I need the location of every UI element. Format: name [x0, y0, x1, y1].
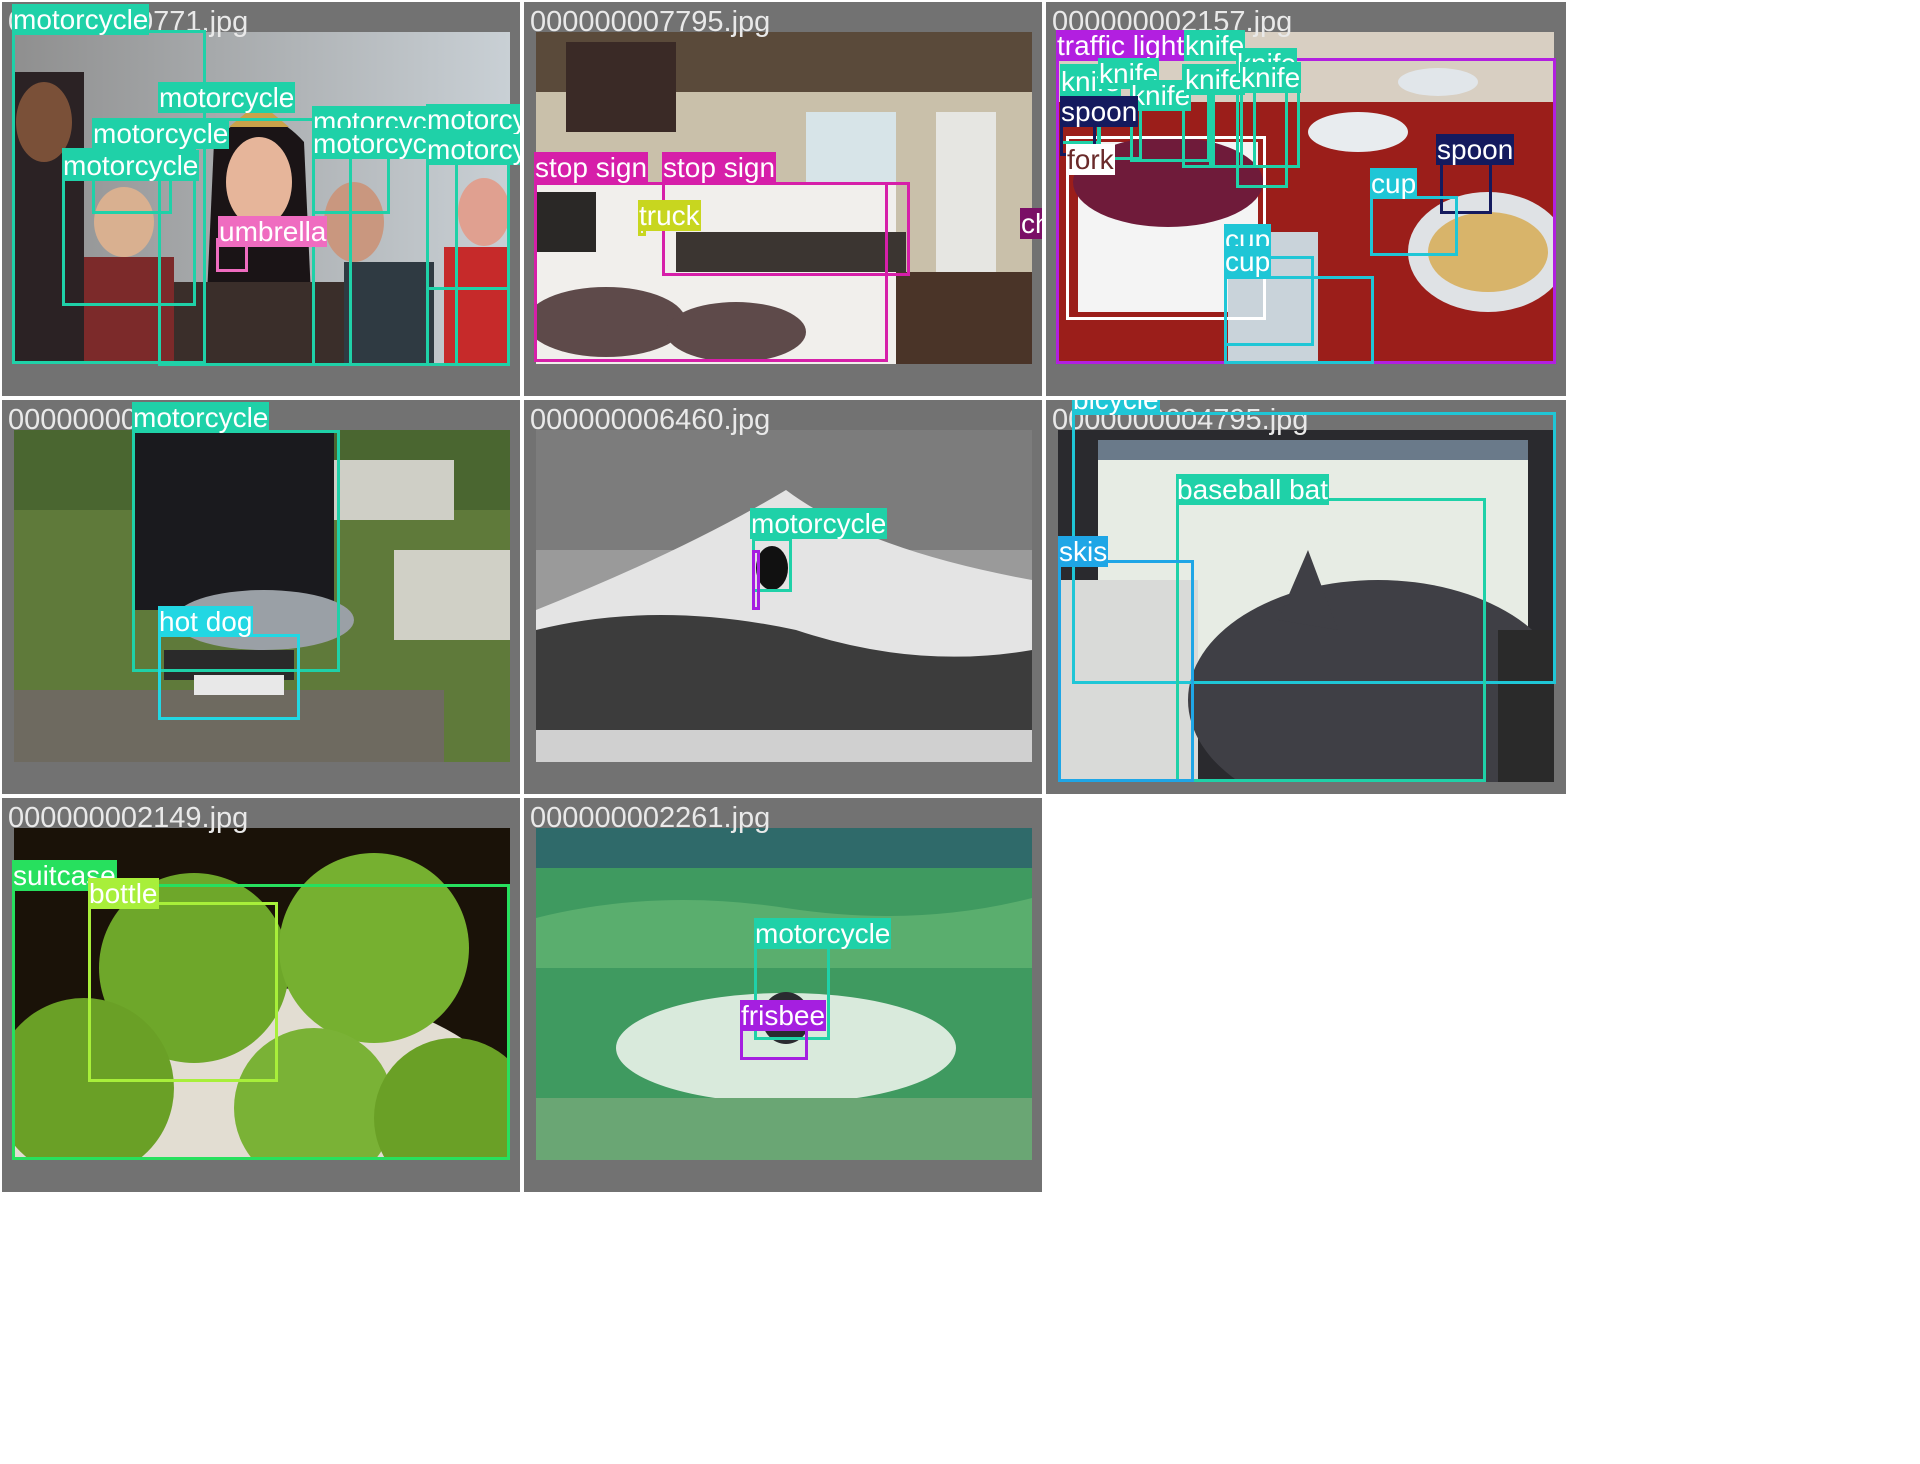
detection-label: knife	[1240, 62, 1302, 93]
detection-box	[740, 1026, 808, 1060]
mosaic-cell: 000000002261.jpg motorcycle frisbee	[524, 798, 1042, 1192]
detection-label: fork	[1066, 144, 1115, 175]
detection-label: motorcycle	[132, 402, 270, 433]
detection-label: frisbee	[740, 1000, 827, 1031]
detection-box	[426, 162, 510, 366]
detection-label: skis	[1058, 536, 1109, 567]
mosaic-cell: 00000000003 motorcycle hot dog	[2, 400, 520, 794]
detection-label: cup	[1370, 168, 1418, 199]
detection-label: knife	[1130, 80, 1192, 111]
detection-label: traffic light	[1056, 30, 1186, 61]
detection-label: hot dog	[158, 606, 254, 637]
detection-label: motorcycle	[426, 134, 520, 165]
photo-wave	[536, 430, 1032, 762]
image-mosaic: 000000000771.jpg	[0, 0, 1920, 1464]
image-filename: 000000006460.jpg	[530, 404, 771, 436]
detection-label: motorcycle	[426, 104, 520, 135]
detection-label: motorcycle	[92, 118, 230, 149]
detection-box	[1224, 276, 1374, 364]
mosaic-cell: 000000007795.jpg stop sign stop sign tru…	[524, 2, 1042, 396]
detection-label: bicycle	[1072, 400, 1160, 415]
detection-box	[158, 634, 300, 720]
detection-label: spoon	[1436, 134, 1515, 165]
detection-box	[1176, 498, 1486, 782]
detection-label: bottle	[88, 878, 159, 909]
mosaic-cell: 000000002157.jpg traffic light knife kni…	[1046, 2, 1566, 396]
detection-label: umbrella	[218, 216, 328, 247]
mosaic-cell: 0000000004795.jpg bicycle baseball bat s…	[1046, 400, 1566, 794]
detection-box	[1370, 196, 1458, 256]
detection-label: motorcycle	[12, 4, 150, 35]
image-filename: 000000002261.jpg	[530, 802, 771, 834]
mosaic-cell: 000000000771.jpg	[2, 2, 520, 396]
detection-label: motorcycle	[158, 82, 296, 113]
mosaic-cell: 000000002149.jpg suitcase bottle	[2, 798, 520, 1192]
detection-label: motorcycle	[754, 918, 892, 949]
detection-label: stop sign	[534, 152, 649, 183]
detection-label: baseball bat	[1176, 474, 1330, 505]
detection-box	[752, 550, 760, 610]
mosaic-cell: 000000006460.jpg motorcycle	[524, 400, 1042, 794]
image-filename: 000000002149.jpg	[8, 802, 249, 834]
image-filename: 000000007795.jpg	[530, 6, 771, 38]
detection-label: truck	[638, 200, 701, 231]
detection-box	[88, 902, 278, 1082]
detection-label: motorcycle	[750, 508, 888, 539]
detection-label: spoon	[1060, 96, 1139, 127]
detection-label: stop sign	[662, 152, 777, 183]
detection-label: cup	[1224, 246, 1272, 277]
detection-box	[1058, 560, 1194, 782]
detection-label: motorcycle	[62, 150, 200, 181]
detection-label: chair	[1020, 208, 1042, 239]
